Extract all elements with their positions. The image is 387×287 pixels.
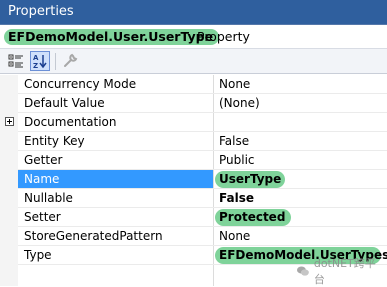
property-value[interactable]: None — [219, 77, 250, 92]
property-row[interactable]: Documentation — [0, 113, 387, 132]
property-name: StoreGeneratedPattern — [24, 229, 163, 243]
property-name: Default Value — [24, 96, 105, 110]
watermark: dotNET跨平台 — [296, 257, 386, 286]
svg-text:A: A — [33, 54, 39, 62]
expand-plus-icon[interactable] — [5, 117, 14, 126]
property-value[interactable]: Public — [219, 153, 255, 168]
property-value[interactable]: False — [219, 191, 254, 206]
property-row[interactable]: StoreGeneratedPattern None — [0, 227, 387, 246]
property-name: Nullable — [24, 191, 73, 205]
window-title: Properties — [8, 4, 74, 19]
alphabetical-sort-icon: A Z — [33, 54, 47, 69]
property-value[interactable]: UserType — [219, 172, 281, 187]
watermark-text: dotNET跨平台 — [313, 257, 376, 286]
property-row[interactable]: Entity Key False — [0, 132, 387, 151]
property-name: Documentation — [24, 115, 117, 129]
properties-window: Properties EFDemoModel.User.UserType Pro… — [0, 0, 387, 286]
object-selector[interactable]: EFDemoModel.User.UserType Property — [0, 25, 387, 49]
categorized-icon — [8, 54, 23, 68]
title-bar[interactable]: Properties — [0, 0, 387, 25]
property-name: Name — [24, 172, 60, 186]
property-name: Concurrency Mode — [24, 77, 137, 91]
property-name: Type — [24, 248, 52, 262]
property-value[interactable]: None — [219, 229, 250, 244]
wechat-logo-icon — [296, 266, 309, 276]
categorized-button[interactable] — [6, 51, 26, 71]
svg-text:Z: Z — [33, 62, 38, 69]
selected-object-name: EFDemoModel.User.UserType — [4, 29, 220, 45]
property-name: Setter — [24, 210, 61, 224]
property-row[interactable]: Setter Protected — [0, 208, 387, 227]
property-row[interactable]: Nullable False — [0, 189, 387, 208]
property-row[interactable]: Getter Public — [0, 151, 387, 170]
toolbar-separator — [55, 53, 56, 70]
properties-toolbar: A Z — [0, 49, 387, 74]
property-value[interactable]: Protected — [219, 210, 285, 225]
property-row[interactable]: Default Value (None) — [0, 94, 387, 113]
wrench-icon — [64, 53, 78, 67]
property-pages-button[interactable] — [60, 51, 80, 71]
property-name: Getter — [24, 153, 63, 167]
selected-object-kind: Property — [197, 29, 250, 44]
property-name: Entity Key — [24, 134, 85, 148]
property-row[interactable]: Concurrency Mode None — [0, 75, 387, 94]
property-value[interactable]: False — [219, 134, 249, 149]
property-value[interactable]: (None) — [219, 96, 260, 111]
property-row-selected[interactable]: Name UserType — [0, 170, 387, 189]
alphabetical-button[interactable]: A Z — [30, 51, 50, 71]
